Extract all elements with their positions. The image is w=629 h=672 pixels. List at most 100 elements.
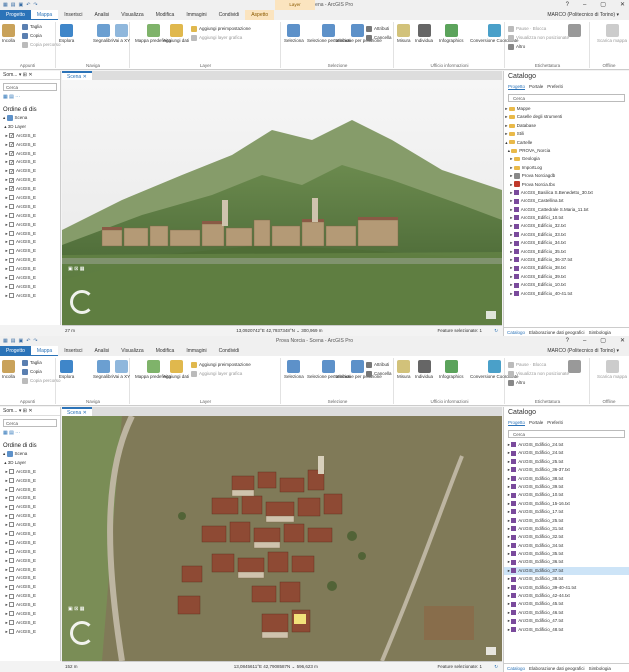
tab-analisi[interactable]: Analisi	[89, 346, 116, 356]
minimize-icon[interactable]: –	[583, 0, 586, 10]
download-map-button[interactable]: Scarica mappa	[597, 360, 627, 379]
more-labels-button[interactable]: Altro	[508, 44, 525, 50]
help-icon[interactable]: ?	[566, 336, 569, 346]
bottom-tab-geoprocessing[interactable]: Elaborazione dati geografici	[529, 328, 585, 336]
layer-item[interactable]: ▸ ArcGIS_E	[3, 230, 60, 239]
copy-path-button[interactable]: Copia percorso	[22, 378, 61, 384]
catalog-item[interactable]: ▸ Geologia	[504, 155, 629, 163]
image-icon[interactable]	[486, 311, 496, 319]
layer-visibility-checkbox[interactable]	[9, 504, 15, 510]
catalog-item[interactable]: ▸ ImportLog	[504, 164, 629, 172]
layer-visibility-checkbox[interactable]	[9, 239, 15, 245]
layer-item[interactable]: ▸ ArcGIS_E	[3, 283, 60, 292]
tab-immagini[interactable]: Immagini	[180, 10, 212, 20]
layer-visibility-checkbox[interactable]	[9, 531, 15, 537]
layer-visibility-checkbox[interactable]	[9, 566, 15, 572]
catalog-item[interactable]: ▸ ArcGIS_Edificio_10.txt	[504, 491, 629, 499]
catalog-item[interactable]: ▸ ArcGIS_Edificio_48.txt	[504, 626, 629, 634]
scene-3d-view-mountain[interactable]	[62, 80, 502, 325]
pause-labels-button[interactable]: Pause · Blocca	[508, 26, 546, 32]
tab-progetto[interactable]: Progetto	[0, 10, 31, 20]
zoom-icon[interactable]: ▣	[68, 606, 73, 612]
tab-aspetto[interactable]: Aspetto	[245, 10, 275, 20]
contents-pane-header[interactable]: Som... ▾ ⊞ ✕	[0, 407, 60, 416]
infographics-button[interactable]: Infographics	[439, 24, 464, 43]
layer-visibility-checkbox[interactable]	[9, 620, 15, 626]
cut-button[interactable]: Taglia	[22, 360, 42, 366]
layer-item[interactable]: ▸ ArcGIS_E	[3, 494, 60, 503]
image-icon[interactable]	[486, 647, 496, 655]
catalog-item[interactable]: ▸ ArcGIS_Edificio_38.txt	[504, 264, 629, 272]
layer-item[interactable]: ▸ ArcGIS_E	[3, 203, 60, 212]
layer-item[interactable]: ▸ ArcGIS_E	[3, 601, 60, 610]
add-preset-button[interactable]: Aggiungi preimpostazione	[191, 362, 251, 368]
catalog-item[interactable]: ▸ ArcGIS_Edificio_35.txt	[504, 550, 629, 558]
layer-visibility-checkbox[interactable]	[9, 275, 15, 281]
tab-visualizza[interactable]: Visualizza	[115, 10, 149, 20]
scene-tab[interactable]: Scena ✕	[62, 407, 92, 416]
catalog-item[interactable]: ▸ Stili	[504, 130, 629, 138]
add-graphics-layer-button[interactable]: Aggiungi layer grafica	[191, 35, 242, 41]
layer-item[interactable]: ▸ ArcGIS_E	[3, 212, 60, 221]
layer-item[interactable]: ▸ ArcGIS_E	[3, 530, 60, 539]
layer-visibility-checkbox[interactable]	[9, 185, 14, 194]
layer-visibility-checkbox[interactable]	[9, 248, 15, 254]
tab-inserisci[interactable]: Inserisci	[58, 346, 88, 356]
catalog-tab-favorites[interactable]: Preferiti	[547, 83, 563, 91]
layer-context-tab[interactable]: Layer	[275, 0, 315, 10]
layer-item[interactable]: ▸ ArcGIS_E	[3, 247, 60, 256]
layer-visibility-checkbox[interactable]	[9, 284, 15, 290]
infographics-button[interactable]: Infographics	[439, 360, 464, 379]
catalog-item[interactable]: ▸ ArcGIS_Edificio_42-44.txt	[504, 592, 629, 600]
layer-visibility-checkbox[interactable]	[9, 513, 15, 519]
view-unplaced-button[interactable]: Visualizza non posizionate	[508, 35, 569, 41]
download-map-button[interactable]: Scarica mappa	[597, 24, 627, 43]
drawing-order-icon[interactable]: ▦	[3, 430, 8, 436]
layer-visibility-checkbox[interactable]	[9, 177, 14, 185]
layer-item[interactable]: ▸ ArcGIS_E	[3, 221, 60, 230]
contents-search-input[interactable]: Cerca	[3, 83, 57, 91]
maximize-icon[interactable]: ▢	[600, 336, 606, 346]
bottom-tab-catalog[interactable]: Catalogo	[507, 664, 525, 672]
tab-condividi[interactable]: Condividi	[213, 346, 246, 356]
layer-visibility-checkbox[interactable]	[9, 602, 15, 608]
layer-visibility-checkbox[interactable]	[9, 257, 15, 263]
tab-mappa[interactable]: Mappa	[30, 346, 59, 356]
convert-labels-button[interactable]	[568, 360, 581, 374]
layer-visibility-checkbox[interactable]	[9, 150, 14, 158]
layer-item[interactable]: ▸ ArcGIS_E	[3, 274, 60, 283]
catalog-item[interactable]: ▸ ArcGIS_Edificio_35.txt	[504, 248, 629, 256]
catalog-item[interactable]: ▸ ArcGIS_Edificio_39.txt	[504, 273, 629, 281]
layer-item[interactable]: ▸ ArcGIS_E	[3, 141, 60, 150]
minimize-icon[interactable]: –	[583, 336, 586, 346]
user-account[interactable]: MARCO (Politecnico di Torino) ▾	[547, 10, 619, 20]
catalog-item[interactable]: ▸ Mappe	[504, 105, 629, 113]
layer-item[interactable]: ▸ ArcGIS_E	[3, 548, 60, 557]
tab-modifica[interactable]: Modifica	[150, 346, 181, 356]
catalog-search-input[interactable]: Cerca	[508, 94, 625, 102]
scene-canvas[interactable]: ▣ ⊠ ▦	[62, 416, 502, 661]
catalog-item[interactable]: ▸ ArcGIS_Castellina.txt	[504, 197, 629, 205]
add-data-button[interactable]: Aggiungi dati	[163, 360, 189, 379]
catalog-item[interactable]: ▸ ArcGIS_Edificio_33.txt	[504, 231, 629, 239]
catalog-item[interactable]: ▸ ArcGIS_Edificio_40-41.txt	[504, 290, 629, 298]
more-labels-button[interactable]: Altro	[508, 380, 525, 386]
close-icon[interactable]: ✕	[620, 0, 625, 10]
layer-item[interactable]: ▸ ArcGIS_E	[3, 150, 60, 159]
layer-item[interactable]: ▸ ArcGIS_E	[3, 158, 60, 168]
catalog-item[interactable]: ▸ ArcGIS_Edificio_10.txt	[504, 281, 629, 289]
more-options-icon[interactable]: ⋯	[15, 94, 20, 100]
layer-item[interactable]: ▸ ArcGIS_E	[3, 619, 60, 628]
layer-visibility-checkbox[interactable]	[9, 266, 15, 272]
tab-progetto[interactable]: Progetto	[0, 346, 31, 356]
tab-inserisci[interactable]: Inserisci	[58, 10, 88, 20]
explore-button[interactable]: Esplora	[59, 24, 74, 43]
bottom-tab-symbology[interactable]: Simbologia	[589, 328, 611, 336]
catalog-item[interactable]: ▸ ArcGIS_Edificio_39-40-41.txt	[504, 584, 629, 592]
layer-visibility-checkbox[interactable]	[9, 222, 15, 227]
catalog-item[interactable]: ▸ ArcGIS_Edificio_25.txt	[504, 517, 629, 525]
attributes-button[interactable]: Attributi	[366, 362, 389, 368]
catalog-item[interactable]: ▸ ArcGIS_Edificio_36-37.txt	[504, 466, 629, 474]
layer-visibility-checkbox[interactable]	[9, 558, 15, 563]
catalog-item[interactable]: ▸ Prova Norciagdb	[504, 172, 629, 180]
